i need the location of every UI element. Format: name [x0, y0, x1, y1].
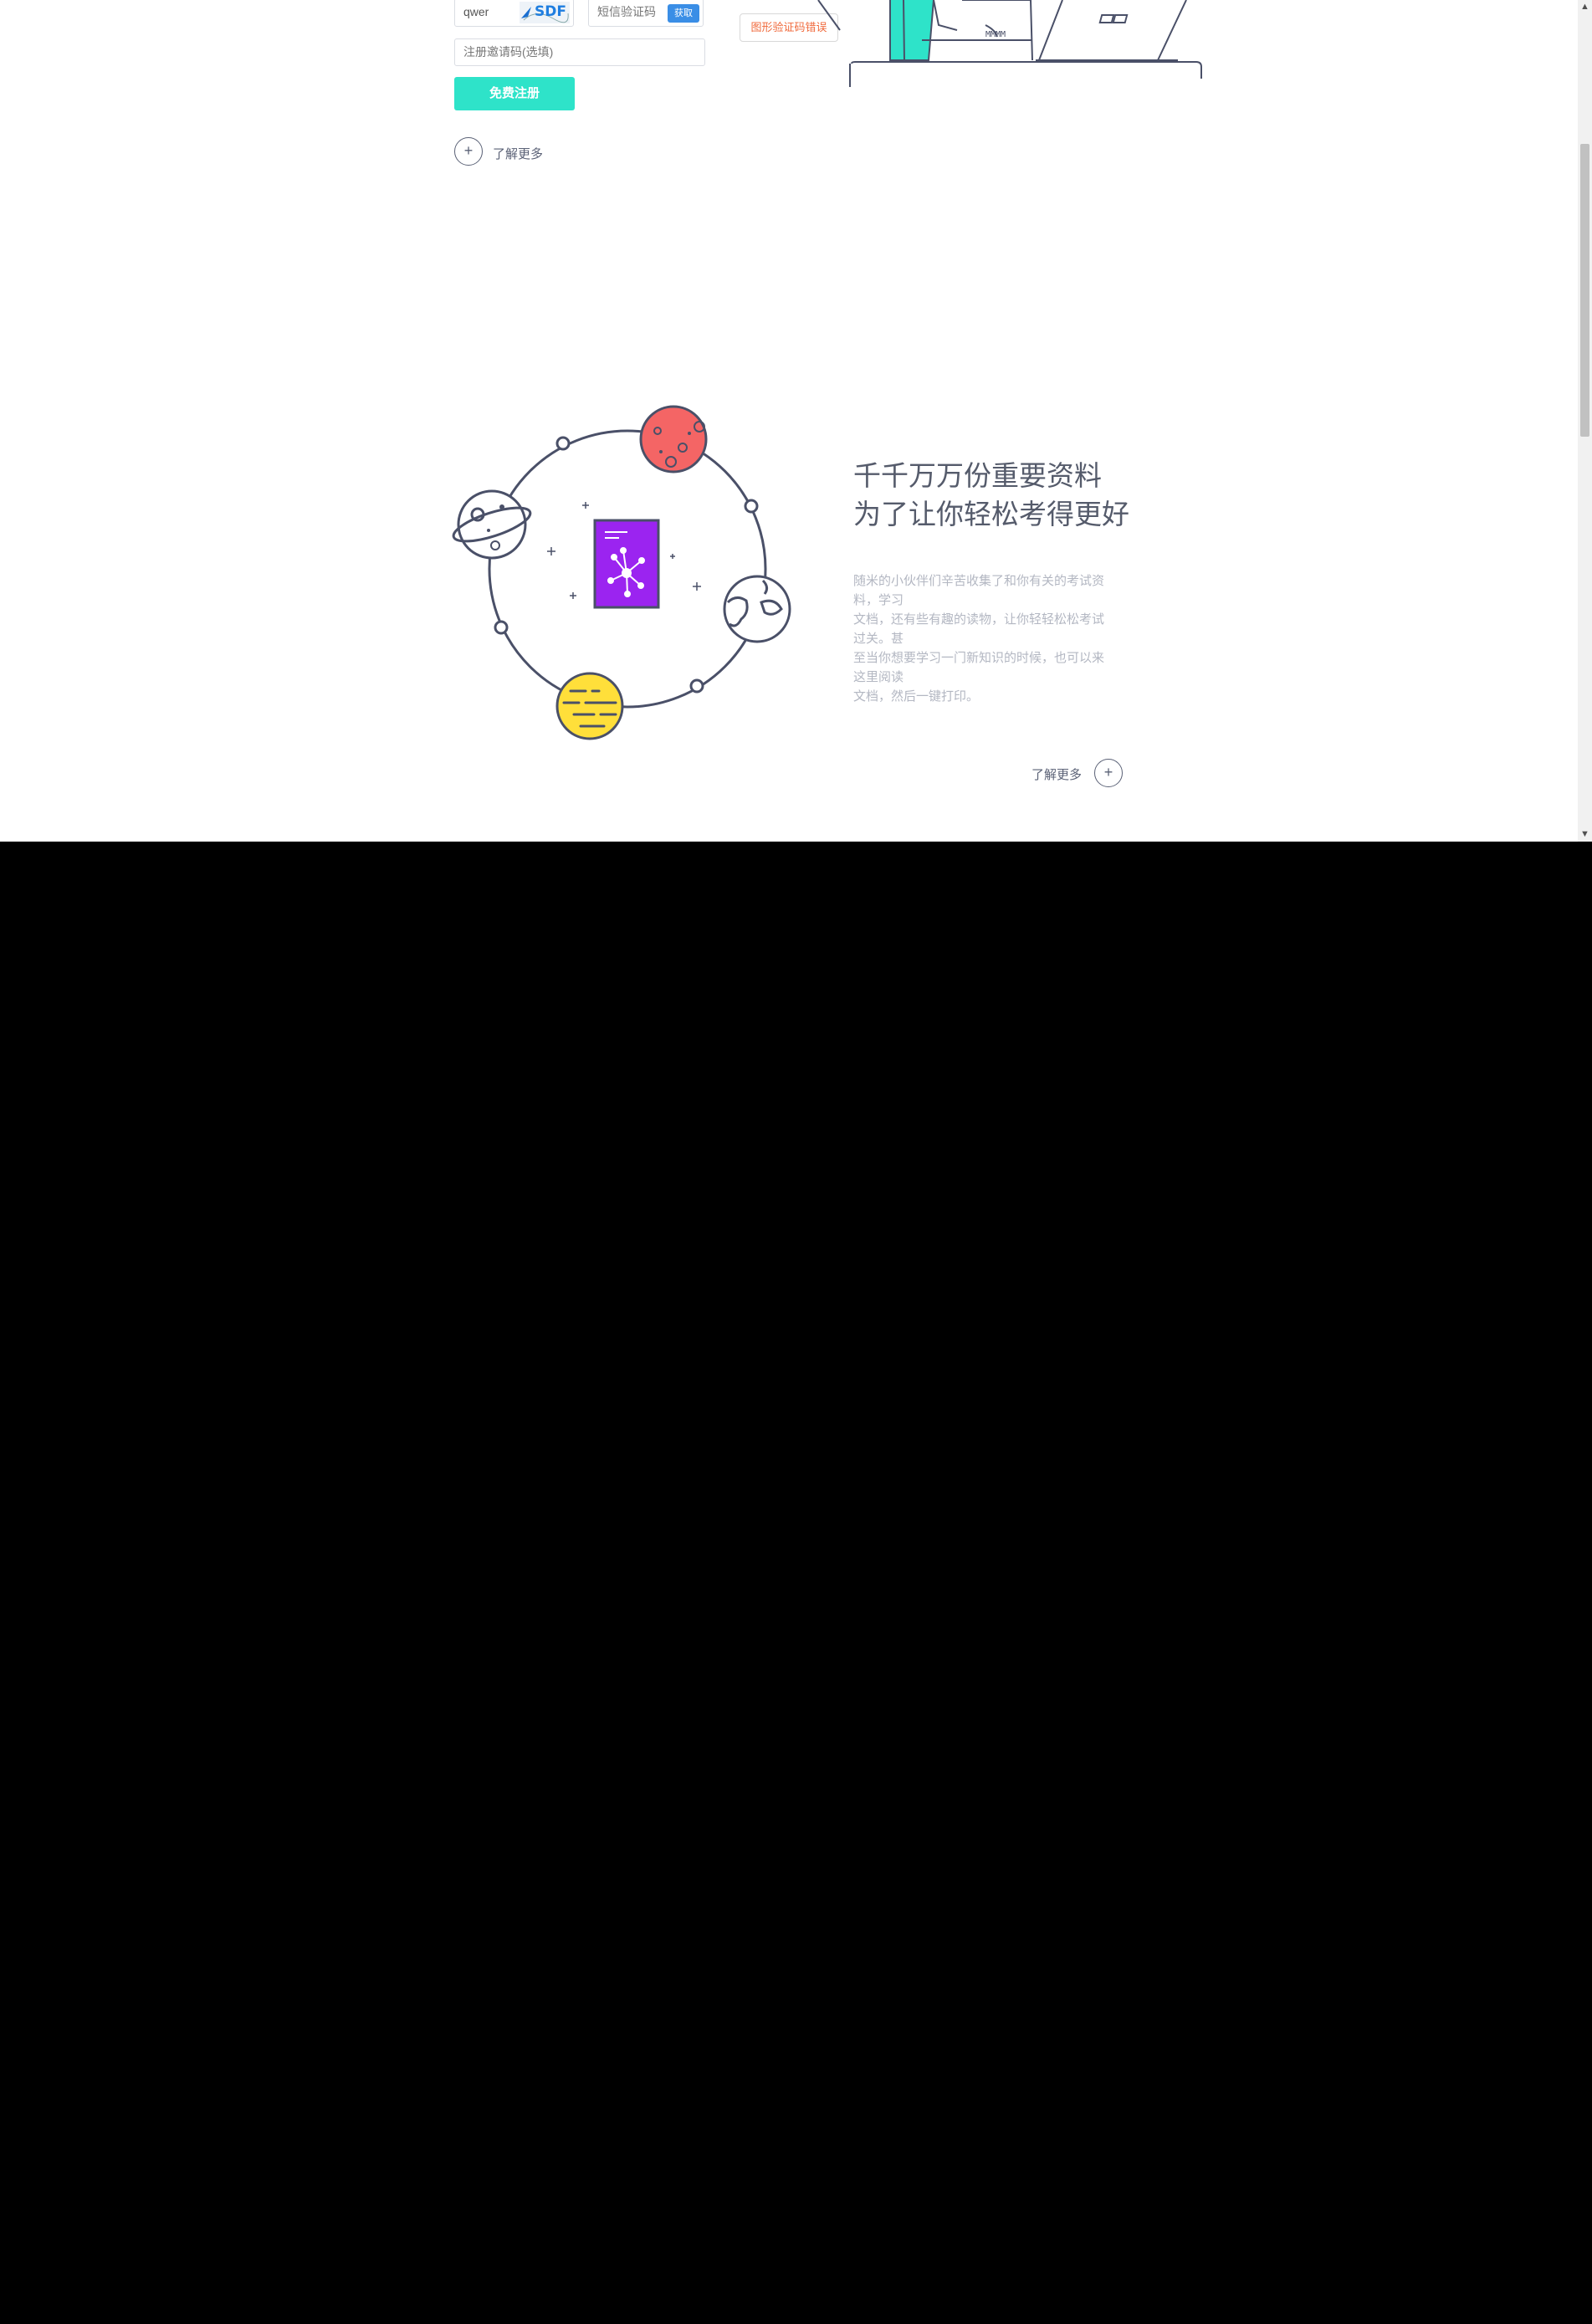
- feature-description: 随米的小伙伴们辛苦收集了和你有关的考试资 料，学习 文档，还有些有趣的读物，让你…: [853, 571, 1129, 706]
- captcha-image[interactable]: SDF: [520, 2, 570, 23]
- feature-headline: 千千万万份重要资料 为了让你轻松考得更好: [853, 457, 1129, 534]
- description-line: 料，学习: [853, 593, 904, 607]
- description-line: 至当你想要学习一门新知识的时候，也可以来: [853, 651, 1105, 665]
- description-line: 文档，还有些有趣的读物，让你轻轻松松考试: [853, 612, 1105, 627]
- invite-code-placeholder: 注册邀请码(选填): [463, 45, 554, 59]
- sms-code-input[interactable]: 短信验证码 获取: [588, 0, 704, 27]
- description-line: 文档，然后一键打印。: [853, 689, 980, 704]
- free-register-button[interactable]: 免费注册: [454, 77, 575, 110]
- vertical-scrollbar[interactable]: ▲ ▼: [1578, 0, 1592, 842]
- scroll-down-icon[interactable]: ▼: [1578, 827, 1592, 842]
- captcha-image-text: SDF: [535, 3, 566, 20]
- plus-circle-icon[interactable]: +: [1094, 759, 1123, 787]
- svg-text:MMMM: MMMM: [985, 30, 1006, 39]
- captcha-input-value: qwer: [463, 5, 489, 18]
- description-line: 过关。甚: [853, 632, 904, 646]
- planet-orbit-illustration: [452, 405, 791, 740]
- captcha-input[interactable]: qwer SDF: [454, 0, 574, 27]
- learn-more-link-top[interactable]: 了解更多: [493, 145, 543, 162]
- scroll-up-icon[interactable]: ▲: [1578, 0, 1592, 14]
- feature-headline-line-1: 千千万万份重要资料: [853, 460, 1102, 491]
- plus-circle-icon[interactable]: +: [454, 137, 483, 166]
- invite-code-input[interactable]: 注册邀请码(选填): [454, 38, 705, 66]
- learn-more-link-feature[interactable]: 了解更多: [1031, 765, 1082, 783]
- description-line: 随米的小伙伴们辛苦收集了和你有关的考试资: [853, 574, 1105, 588]
- sms-code-placeholder: 短信验证码: [597, 5, 656, 18]
- browser-viewport: qwer SDF 短信验证码 获取 注册邀请码(选填) 免费注册 + 了解更多 …: [0, 0, 1592, 842]
- description-line: 这里阅读: [853, 670, 904, 684]
- get-sms-code-button[interactable]: 获取: [668, 4, 699, 23]
- laptop-illustration: MMMM: [817, 0, 1202, 87]
- feature-headline-line-2: 为了让你轻松考得更好: [853, 499, 1129, 530]
- scrollbar-thumb[interactable]: [1580, 144, 1589, 437]
